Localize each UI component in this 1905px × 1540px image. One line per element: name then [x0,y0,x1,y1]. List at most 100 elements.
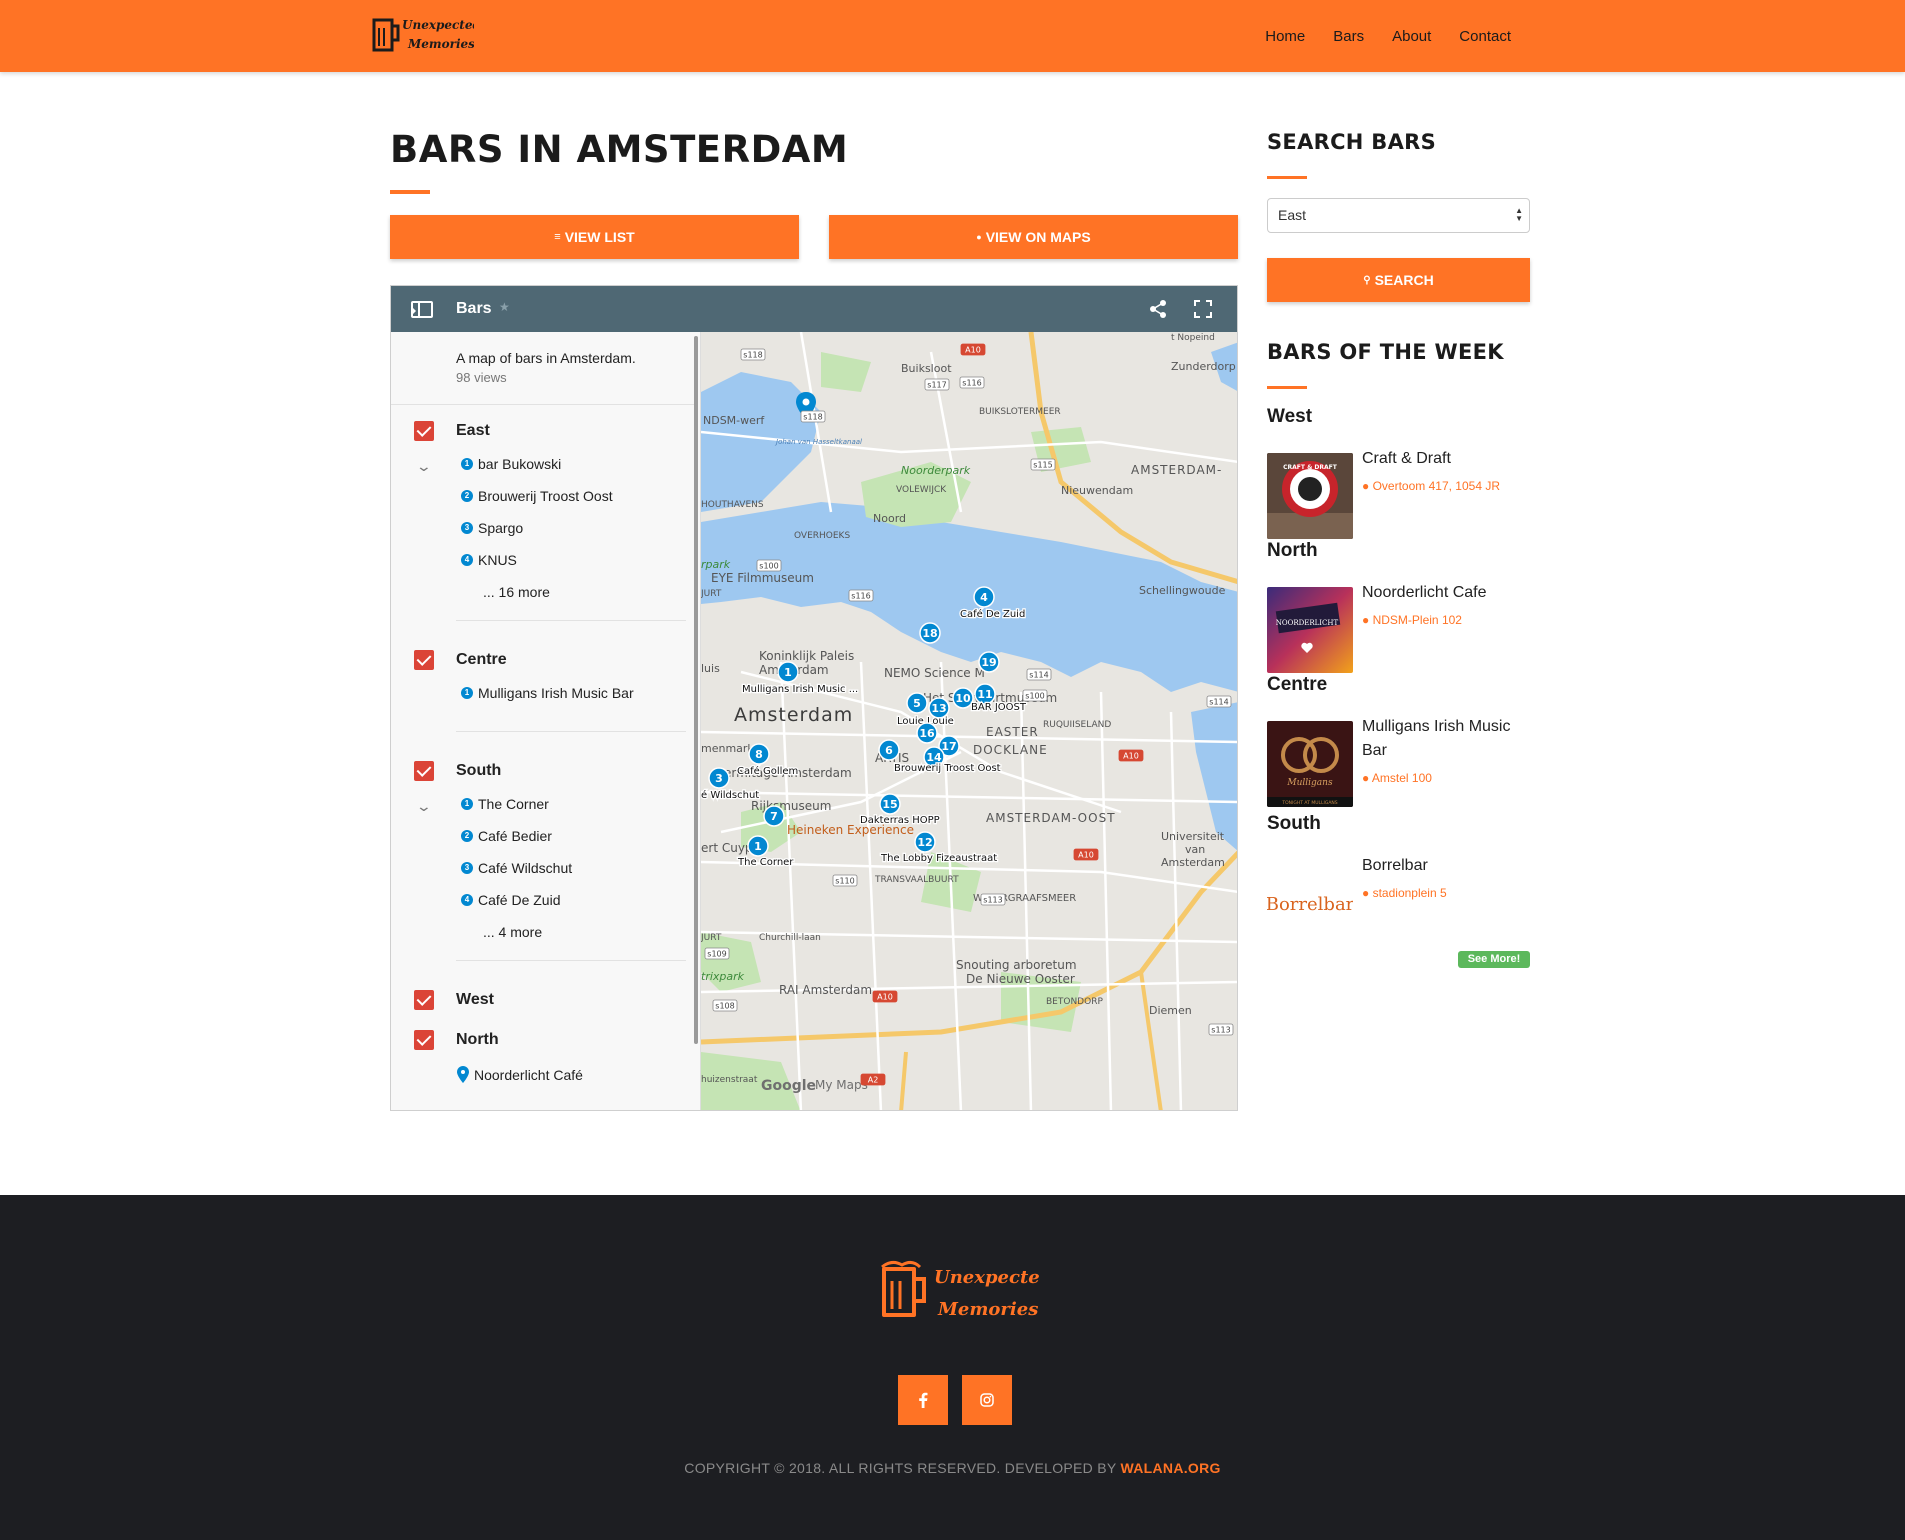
chevron-down-icon[interactable]: ⌄ [416,458,432,475]
map-marker-label: Café Gollem [737,765,798,777]
map-label: DOCKLANE [973,743,1048,757]
map-marker[interactable]: 16 [916,722,938,744]
view-on-maps-button[interactable]: ● VIEW ON MAPS [829,215,1238,259]
embedded-map[interactable]: Bars ★ A map of bars in Amsterdam. 98 vi… [390,285,1238,1111]
map-marker-number: 18 [922,627,937,640]
map-label: Buiksloot [901,362,952,375]
toggle-legend-icon[interactable] [411,301,433,318]
share-icon[interactable] [1147,298,1169,320]
more-places-link[interactable]: ... 16 more [483,584,550,600]
map-label: BUIKSLOTERMEER [979,407,1061,417]
layer-checkbox-west[interactable] [414,990,434,1010]
place-item[interactable]: 4 Café De Zuid [461,892,560,908]
map-label: EYE Filmmuseum [711,571,814,585]
map-label: Amsterdam [734,704,853,726]
place-item[interactable]: 2 Brouwerij Troost Oost [461,488,613,504]
map-label: Amsterdam [1161,856,1225,869]
nav-about[interactable]: About [1378,28,1445,45]
place-item[interactable]: Noorderlicht Café [457,1066,583,1083]
map-marker-label: é Wildschut [701,789,759,801]
bar-name[interactable]: Borrelbar [1362,854,1532,878]
nav-bars[interactable]: Bars [1319,28,1378,45]
map-canvas[interactable]: Amsterdam NDSM-werf Buiksloot BUIKSLOTER… [701,332,1238,1111]
bar-thumbnail[interactable]: CRAFT & DRAFT [1267,453,1353,539]
map-label: Diemen [1149,1004,1192,1017]
map-label: Noorderpark [901,464,971,477]
map-marker-number: 7 [770,810,778,823]
nav-contact[interactable]: Contact [1445,28,1525,45]
star-icon[interactable]: ★ [499,300,510,314]
bar-name[interactable]: Noorderlicht Cafe [1362,581,1532,605]
road-shield: s116 [959,376,985,389]
top-navbar: Unexpected Memories Home Bars About Cont… [0,0,1905,72]
bar-name[interactable]: Mulligans Irish Music Bar [1362,715,1532,763]
map-marker[interactable]: 19 [978,651,1000,673]
place-item[interactable]: 3 Café Wildschut [461,860,572,876]
place-item[interactable]: 1 The Corner [461,796,549,812]
place-item[interactable]: 3 Spargo [461,520,523,536]
map-label: Schellingwoude [1139,584,1226,597]
place-item[interactable]: 1 bar Bukowski [461,456,561,472]
road-shield-label: s116 [851,592,870,601]
bar-thumbnail[interactable]: NOORDERLICHT [1267,587,1353,673]
bar-thumbnail[interactable]: Mulligans TONIGHT AT MULLIGANS [1267,721,1353,807]
region-select[interactable]: East ▲ ▼ [1267,198,1530,233]
legend-scrollbar[interactable] [694,336,698,1044]
map-label: NEMO Science M [884,666,985,680]
marker-dot-icon: 2 [461,830,473,842]
bar-name[interactable]: Craft & Draft [1362,447,1532,471]
road-shield-label: s114 [1209,698,1228,707]
place-item[interactable]: 1 Mulligans Irish Music Bar [461,685,634,701]
map-marker-number: 11 [977,688,992,701]
map-label: BETONDORP [1046,997,1103,1007]
view-list-button[interactable]: ≡ VIEW LIST [390,215,799,259]
marker-dot-icon: 4 [461,554,473,566]
search-button[interactable]: ⚲ SEARCH [1267,258,1530,302]
map-marker-number: 15 [882,798,897,811]
layer-checkbox-north[interactable] [414,1030,434,1050]
developer-link[interactable]: WALANA.ORG [1121,1460,1221,1476]
map-label: TRANSVAALBUURT [874,875,959,885]
svg-text:Borrelbar: Borrelbar [1267,894,1353,915]
road-shield: s118 [800,410,826,423]
road-shield-label: s116 [962,379,981,388]
map-label: rpark [701,558,731,571]
facebook-button[interactable] [898,1375,948,1425]
chevron-down-icon[interactable]: ⌄ [416,798,432,815]
road-shield: A10 [960,343,986,356]
map-marker[interactable]: 6 [878,739,900,761]
layer-checkbox-centre[interactable] [414,650,434,670]
see-more-button[interactable]: See More! [1458,951,1530,968]
map-marker[interactable]: 18 [919,622,941,644]
instagram-icon [980,1393,994,1407]
footer-logo[interactable]: Unexpected Memories [878,1255,1040,1333]
marker-dot-icon: 1 [461,458,473,470]
site-logo[interactable]: Unexpected Memories [370,10,474,60]
copyright-text: COPYRIGHT © 2018. ALL RIGHTS RESERVED. D… [684,1460,1221,1476]
instagram-button[interactable] [962,1375,1012,1425]
map-label: t Nopeind [1171,333,1215,343]
layer-checkbox-south[interactable] [414,761,434,781]
layer-checkbox-east[interactable] [414,421,434,441]
map-marker[interactable]: 5 [906,692,928,714]
road-shield-label: s100 [759,562,778,571]
map-label: AMSTERDAM- [1131,463,1222,477]
place-item[interactable]: 4 KNUS [461,552,517,568]
fullscreen-icon[interactable] [1193,299,1213,319]
nav-home[interactable]: Home [1251,28,1319,45]
region-heading: Centre [1267,674,1328,695]
map-label: Noord [873,512,906,525]
map-label: luis [701,662,720,675]
map-marker-number: 10 [955,692,971,705]
map-marker[interactable]: 7 [763,805,785,827]
more-places-link[interactable]: ... 4 more [483,924,542,940]
road-shield: s114 [1206,695,1232,708]
road-shield-label: s117 [927,381,946,390]
svg-text:NOORDERLICHT: NOORDERLICHT [1276,619,1339,627]
map-label: NDSM-werf [703,414,765,427]
place-item[interactable]: 2 Café Bedier [461,828,552,844]
map-label: Zunderdorp [1171,360,1236,373]
map-marker[interactable]: 10 [952,687,974,709]
page-title: BARS IN AMSTERDAM [390,128,849,171]
bar-thumbnail[interactable]: Borrelbar [1267,860,1353,946]
